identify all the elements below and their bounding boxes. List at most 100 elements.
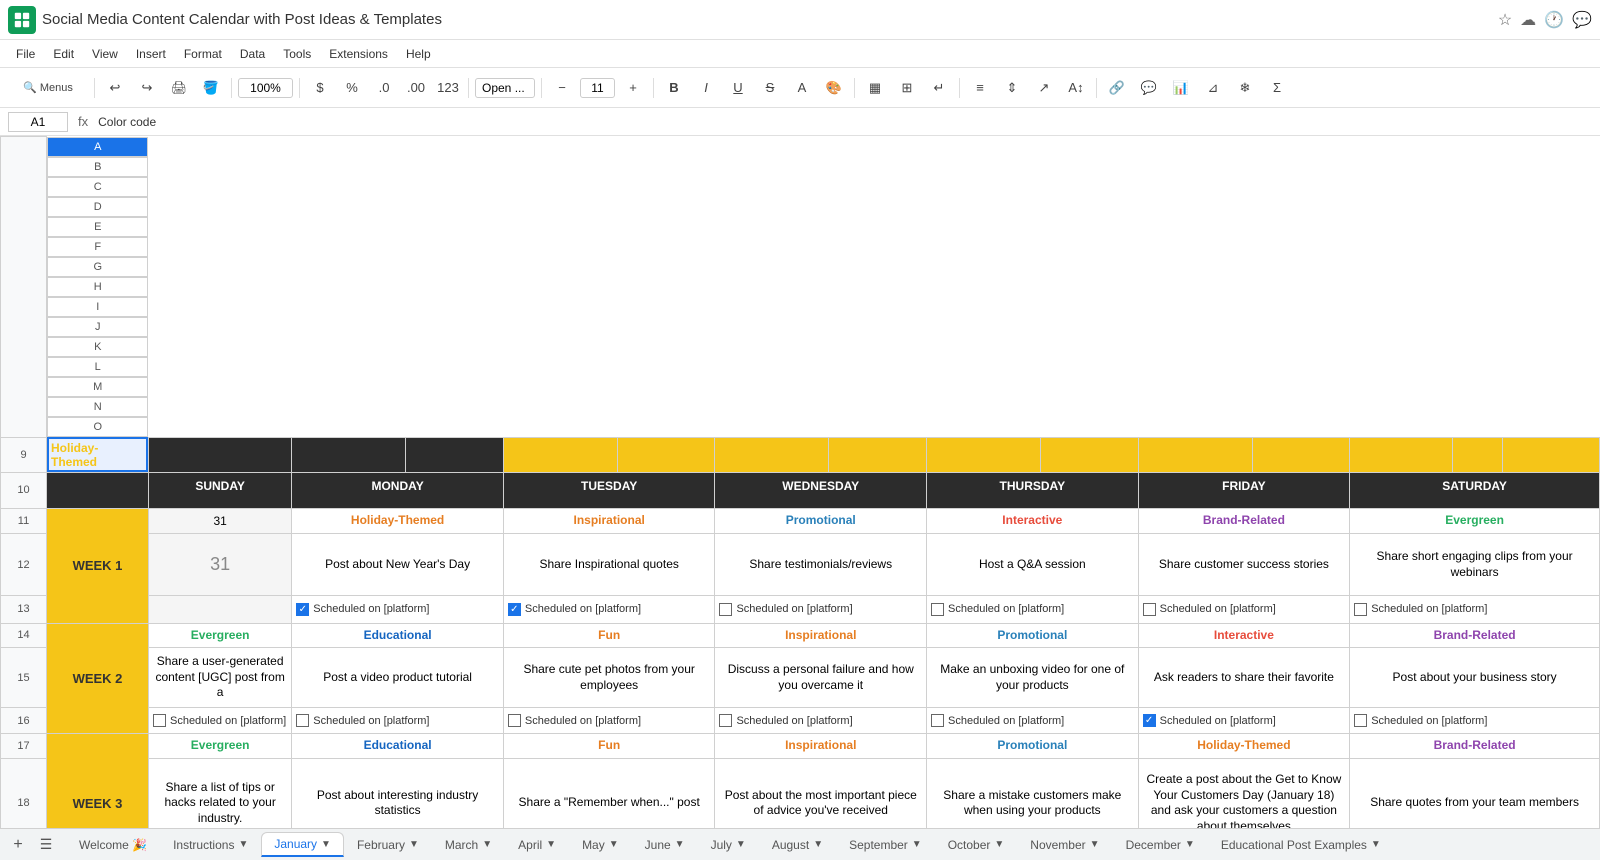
week2-thu-cat[interactable]: Promotional <box>927 623 1139 648</box>
decimal-dec-btn[interactable]: .0 <box>370 75 398 101</box>
grid[interactable]: A B C D E F G H I J K L M N O <box>0 136 1600 828</box>
freeze-btn[interactable]: ❄ <box>1231 75 1259 101</box>
tab-october[interactable]: October ▼ <box>935 833 1018 857</box>
week2-mon-content[interactable]: Post a video product tutorial <box>292 648 504 708</box>
week1-sat-content[interactable]: Share short engaging clips from your web… <box>1350 534 1600 596</box>
menu-tools[interactable]: Tools <box>275 45 319 63</box>
valign-btn[interactable]: ⇕ <box>998 75 1026 101</box>
star-icon[interactable]: ☆ <box>1498 10 1512 30</box>
col-header-H[interactable]: H <box>47 277 148 297</box>
week1-sat-cat[interactable]: Evergreen <box>1350 508 1600 534</box>
borders-btn[interactable]: ▦ <box>861 75 889 101</box>
week2-sun-cb[interactable] <box>153 714 166 727</box>
format-num-btn[interactable]: 123 <box>434 75 462 101</box>
cell-I9[interactable] <box>927 437 1041 472</box>
menu-insert[interactable]: Insert <box>128 45 174 63</box>
cloud-icon[interactable]: ☁ <box>1520 10 1536 30</box>
merge-btn[interactable]: ⊞ <box>893 75 921 101</box>
tab-december[interactable]: December ▼ <box>1113 833 1208 857</box>
tab-controls[interactable]: + ☰ <box>6 833 58 857</box>
print-btn[interactable]: 🖨 <box>165 75 193 101</box>
cell-N9[interactable] <box>1452 437 1502 472</box>
week2-mon-cat[interactable]: Educational <box>292 623 504 648</box>
cell-G9[interactable] <box>715 437 829 472</box>
week2-sat-cb[interactable] <box>1354 714 1367 727</box>
history-icon[interactable]: 🕐 <box>1544 10 1564 30</box>
week1-tue-cat[interactable]: Inspirational <box>503 508 715 534</box>
week2-sun-cat[interactable]: Evergreen <box>148 623 291 648</box>
week3-fri-cat[interactable]: Holiday-Themed <box>1138 734 1350 759</box>
week3-thu-content[interactable]: Share a mistake customers make when usin… <box>927 758 1139 828</box>
text-dir-btn[interactable]: A↕ <box>1062 75 1090 101</box>
col-header-E[interactable]: E <box>47 217 148 237</box>
week1-tue-sched[interactable]: ✓ Scheduled on [platform] <box>503 596 715 623</box>
week1-thu-cb[interactable] <box>931 603 944 616</box>
fill-color-btn[interactable]: 🎨 <box>820 75 848 101</box>
week1-tue-cb[interactable]: ✓ <box>508 603 521 616</box>
search-menus-btn[interactable]: 🔍 Menus <box>8 75 88 101</box>
currency-btn[interactable]: $ <box>306 75 334 101</box>
col-header-J[interactable]: J <box>47 317 148 337</box>
week1-mon-sched[interactable]: ✓ Scheduled on [platform] <box>292 596 504 623</box>
week1-sun-num[interactable]: 31 <box>148 508 291 534</box>
menu-extensions[interactable]: Extensions <box>321 45 396 63</box>
col-header-F[interactable]: F <box>47 237 148 257</box>
text-color-btn[interactable]: A <box>788 75 816 101</box>
percent-btn[interactable]: % <box>338 75 366 101</box>
week1-wed-cat[interactable]: Promotional <box>715 508 927 534</box>
sheet-menu-btn[interactable]: ☰ <box>34 833 58 857</box>
tab-welcome[interactable]: Welcome 🎉 <box>66 833 160 857</box>
cell-D9[interactable] <box>406 437 504 472</box>
week1-fri-cat[interactable]: Brand-Related <box>1138 508 1350 534</box>
week1-tue-content[interactable]: Share Inspirational quotes <box>503 534 715 596</box>
tab-january[interactable]: January ▼ <box>261 832 344 857</box>
week2-sat-content[interactable]: Post about your business story <box>1350 648 1600 708</box>
font-size-inc-btn[interactable]: + <box>619 75 647 101</box>
week2-tue-sched[interactable]: Scheduled on [platform] <box>503 708 715 734</box>
col-header-C[interactable]: C <box>47 177 148 197</box>
week2-thu-content[interactable]: Make an unboxing video for one of your p… <box>927 648 1139 708</box>
week1-fri-cb[interactable] <box>1143 603 1156 616</box>
formula-input[interactable] <box>98 115 1592 129</box>
font-size-dec-btn[interactable]: − <box>548 75 576 101</box>
tab-march[interactable]: March ▼ <box>432 833 505 857</box>
week2-tue-cb[interactable] <box>508 714 521 727</box>
cell-L9[interactable] <box>1252 437 1350 472</box>
week1-wed-sched[interactable]: Scheduled on [platform] <box>715 596 927 623</box>
align-btn[interactable]: ≡ <box>966 75 994 101</box>
week3-sat-cat[interactable]: Brand-Related <box>1350 734 1600 759</box>
col-header-L[interactable]: L <box>47 357 148 377</box>
bold-btn[interactable]: B <box>660 75 688 101</box>
col-header-G[interactable]: G <box>47 257 148 277</box>
week3-tue-content[interactable]: Share a "Remember when..." post <box>503 758 715 828</box>
font-size-input[interactable]: 11 <box>580 78 615 98</box>
redo-btn[interactable]: ↪ <box>133 75 161 101</box>
week1-mon-cb[interactable]: ✓ <box>296 603 309 616</box>
week3-sat-content[interactable]: Share quotes from your team members <box>1350 758 1600 828</box>
col-header-K[interactable]: K <box>47 337 148 357</box>
paint-format-btn[interactable]: 🪣 <box>197 75 225 101</box>
week3-wed-content[interactable]: Post about the most important piece of a… <box>715 758 927 828</box>
menu-file[interactable]: File <box>8 45 43 63</box>
cell-reference[interactable] <box>8 112 68 132</box>
tab-instructions[interactable]: Instructions ▼ <box>160 833 261 857</box>
week2-tue-cat[interactable]: Fun <box>503 623 715 648</box>
week1-thu-cat[interactable]: Interactive <box>927 508 1139 534</box>
week3-tue-cat[interactable]: Fun <box>503 734 715 759</box>
tab-educational-post-examples[interactable]: Educational Post Examples ▼ <box>1208 833 1394 857</box>
cell-C9[interactable] <box>292 437 406 472</box>
week1-thu-sched[interactable]: Scheduled on [platform] <box>927 596 1139 623</box>
col-header-I[interactable]: I <box>47 297 148 317</box>
tab-november[interactable]: November ▼ <box>1017 833 1112 857</box>
cell-O9[interactable] <box>1503 437 1600 472</box>
week2-wed-sched[interactable]: Scheduled on [platform] <box>715 708 927 734</box>
week2-thu-sched[interactable]: Scheduled on [platform] <box>927 708 1139 734</box>
comments-icon[interactable]: 💬 <box>1572 10 1592 30</box>
week1-fri-sched[interactable]: Scheduled on [platform] <box>1138 596 1350 623</box>
week2-sat-cat[interactable]: Brand-Related <box>1350 623 1600 648</box>
cell-E9[interactable] <box>503 437 617 472</box>
week2-wed-cat[interactable]: Inspirational <box>715 623 927 648</box>
week3-mon-content[interactable]: Post about interesting industry statisti… <box>292 758 504 828</box>
week2-sun-content[interactable]: Share a user-generated content [UGC] pos… <box>148 648 291 708</box>
week1-sat-cb[interactable] <box>1354 603 1367 616</box>
